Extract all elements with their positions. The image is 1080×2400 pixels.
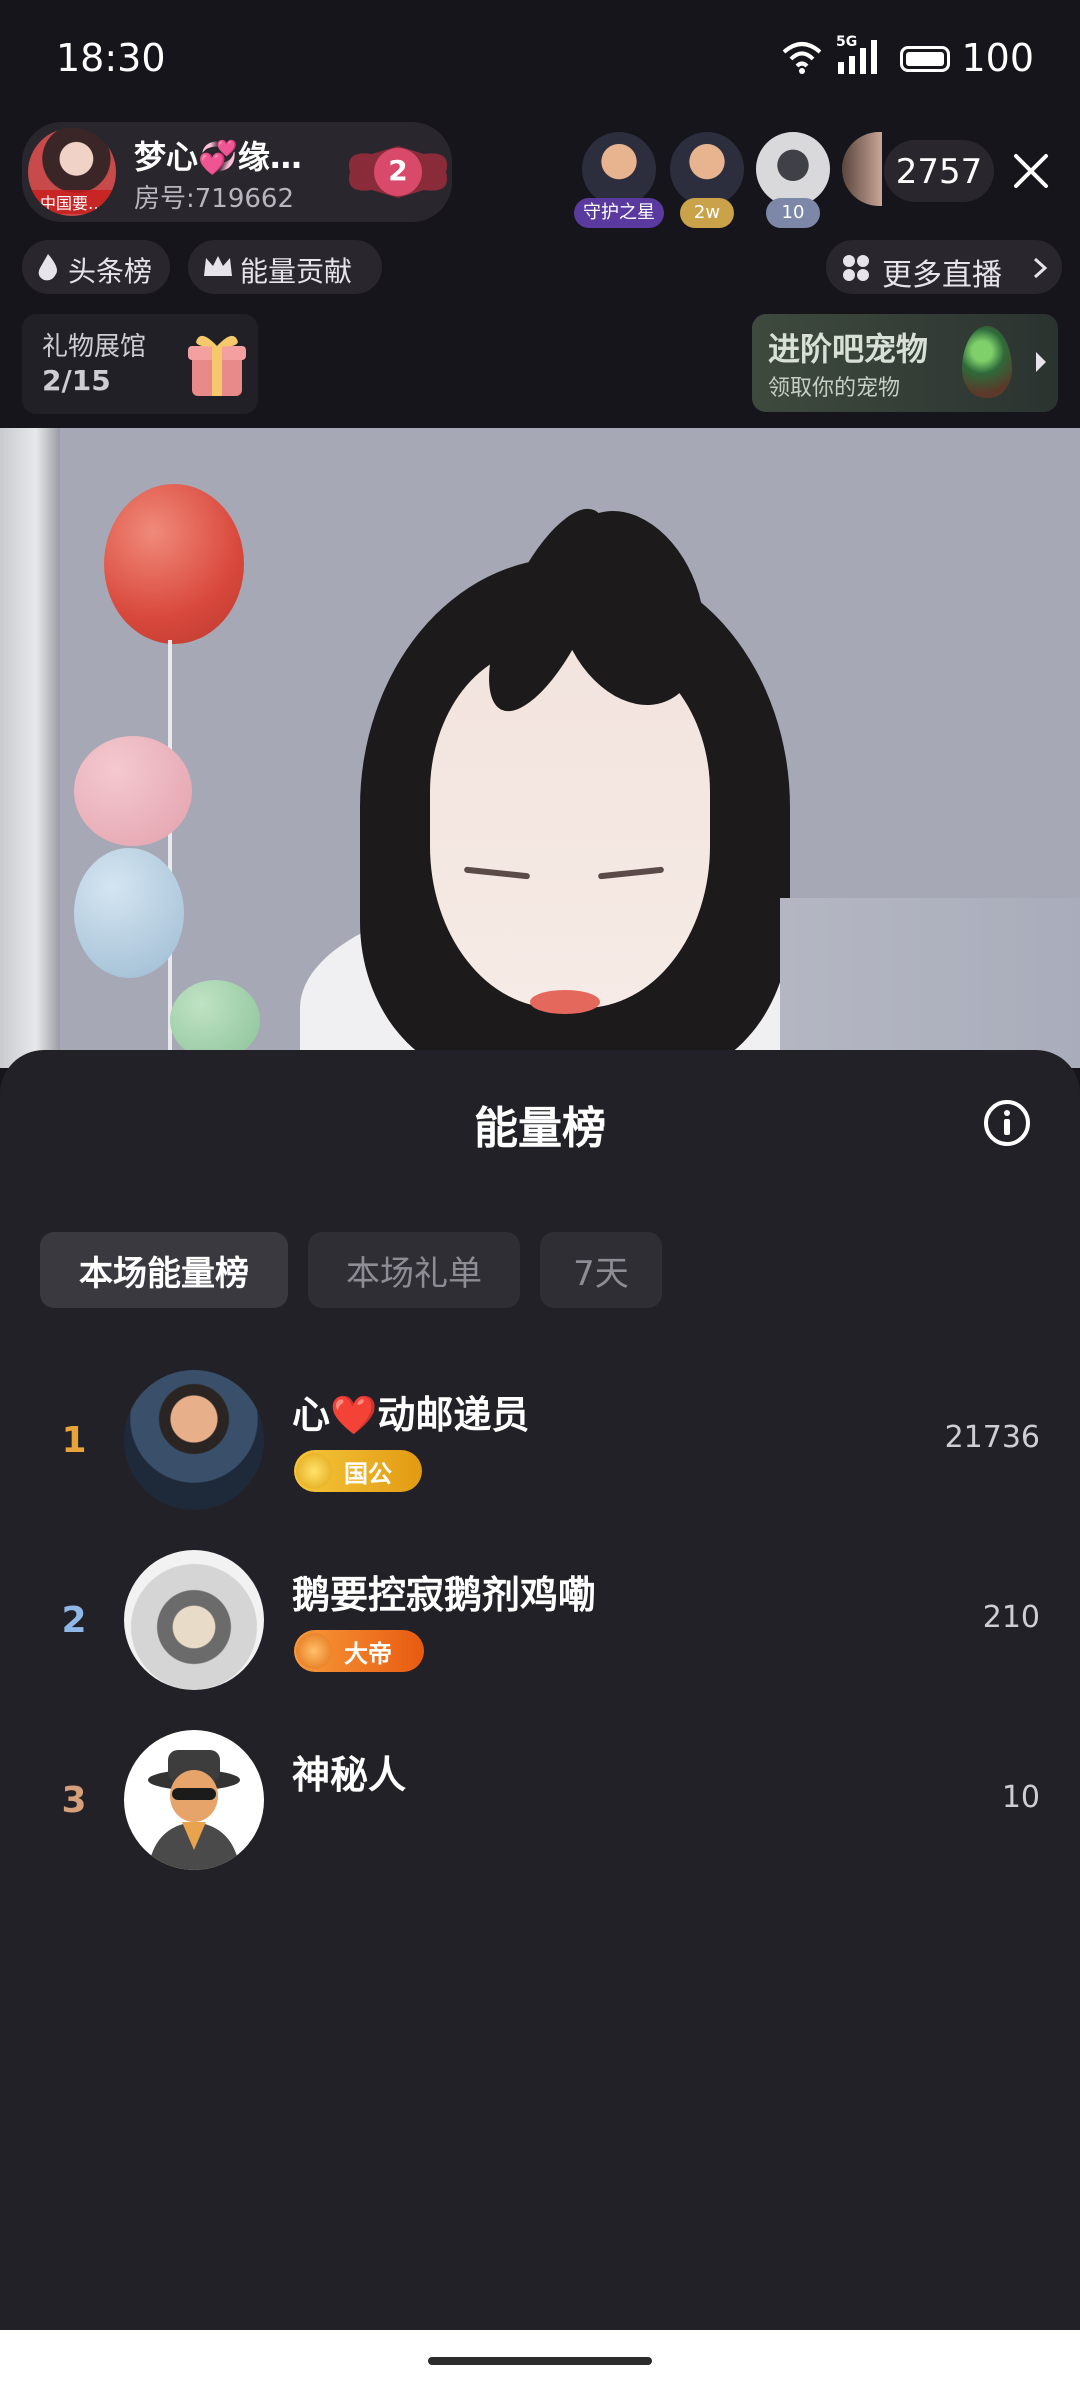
tab-session-gifts[interactable]: 本场礼单 bbox=[308, 1232, 520, 1308]
grid-icon bbox=[842, 254, 870, 286]
chevron-right-icon bbox=[1032, 256, 1048, 284]
pet-promo-title: 进阶吧宠物 bbox=[768, 330, 929, 368]
rank-row[interactable]: 2 鹅要控寂鹅剂鸡嘞 大帝 210 bbox=[0, 1530, 1080, 1710]
headline-rank-label: 头条榜 bbox=[68, 255, 153, 288]
mystery-man-icon bbox=[148, 1750, 240, 1870]
more-live-chip[interactable]: 更多直播 bbox=[826, 240, 1062, 294]
wifi-icon bbox=[782, 40, 822, 78]
energy-score: 210 bbox=[982, 1600, 1040, 1635]
tab-7-days[interactable]: 7天 bbox=[540, 1232, 662, 1308]
user-avatar[interactable] bbox=[124, 1370, 264, 1510]
tab-session-energy[interactable]: 本场能量榜 bbox=[40, 1232, 288, 1308]
lips bbox=[530, 990, 600, 1014]
rank-row[interactable]: 1 心❤️动邮递员 国公 21736 bbox=[0, 1350, 1080, 1530]
top-viewer-badge-2: 2w bbox=[680, 198, 734, 228]
info-icon[interactable] bbox=[982, 1098, 1032, 1152]
headline-rank-chip[interactable]: 头条榜 bbox=[22, 240, 170, 294]
rank-row[interactable]: 3 神秘人 10 bbox=[0, 1710, 1080, 1890]
live-video[interactable] bbox=[0, 428, 1080, 1068]
energy-contrib-label: 能量贡献 bbox=[240, 255, 353, 288]
wall-right bbox=[780, 898, 1080, 1068]
top-viewer-avatar-1[interactable] bbox=[582, 132, 656, 206]
streamer-info-pill[interactable]: 中国要… 梦心💞缘… 房号:719662 2 bbox=[22, 122, 452, 222]
noble-badge-label: 国公 bbox=[344, 1459, 392, 1488]
rank-number: 2 bbox=[61, 1600, 87, 1641]
noble-badge: 大帝 bbox=[294, 1630, 424, 1672]
top-viewer-avatar-4[interactable] bbox=[842, 132, 882, 206]
noble-badge: 国公 bbox=[294, 1450, 422, 1492]
fan-level-number: 2 bbox=[388, 154, 408, 187]
shield-icon bbox=[296, 1633, 332, 1669]
energy-contrib-chip[interactable]: 能量贡献 bbox=[188, 240, 382, 294]
system-nav-bar bbox=[0, 2330, 1080, 2400]
door-frame bbox=[0, 428, 60, 1068]
streamer-name: 梦心💞缘… bbox=[134, 138, 302, 176]
drop-icon bbox=[36, 252, 60, 286]
streamer-avatar-tag: 中国要… bbox=[28, 190, 116, 214]
pet-egg-icon bbox=[962, 326, 1012, 398]
viewer-count: 2757 bbox=[895, 152, 983, 192]
green-balloon bbox=[170, 980, 260, 1060]
pet-promo-subtitle: 领取你的宠物 bbox=[768, 376, 901, 401]
balloon-string bbox=[168, 640, 172, 1060]
more-live-label: 更多直播 bbox=[882, 258, 1002, 293]
battery-icon bbox=[900, 46, 950, 72]
status-bar: 18:30 5G 100 bbox=[0, 0, 1080, 118]
gift-hall-progress: 2/15 bbox=[42, 364, 111, 397]
battery-percent: 100 bbox=[961, 36, 1034, 80]
home-indicator[interactable] bbox=[428, 2357, 652, 2365]
rank-number: 1 bbox=[61, 1420, 87, 1461]
top-viewer-badge-1: 守护之星 bbox=[574, 198, 664, 228]
noble-badge-label: 大帝 bbox=[344, 1639, 392, 1668]
blue-balloon bbox=[74, 848, 184, 978]
coin-icon bbox=[296, 1453, 332, 1489]
live-room-header: 中国要… 梦心💞缘… 房号:719662 2 守护之星 2w 10 2757 头… bbox=[0, 118, 1080, 428]
user-name: 鹅要控寂鹅剂鸡嘞 bbox=[292, 1573, 597, 1617]
gift-hall-card[interactable]: 礼物展馆 2/15 bbox=[22, 314, 258, 414]
top-viewer-avatar-2[interactable] bbox=[670, 132, 744, 206]
user-name: 心❤️动邮递员 bbox=[292, 1393, 530, 1437]
close-icon[interactable] bbox=[1010, 150, 1052, 196]
mystery-user-avatar[interactable] bbox=[124, 1730, 264, 1870]
room-id: 房号:719662 bbox=[134, 184, 295, 214]
fan-level-badge[interactable]: 2 bbox=[342, 138, 454, 206]
top-viewer-badge-3: 10 bbox=[766, 198, 820, 228]
face bbox=[430, 648, 710, 1008]
cell-signal-icon: 5G bbox=[836, 34, 882, 80]
viewer-count-pill[interactable]: 2757 bbox=[884, 140, 994, 202]
gift-hall-label: 礼物展馆 bbox=[42, 332, 147, 362]
sheet-title: 能量榜 bbox=[474, 1103, 606, 1154]
rank-number: 3 bbox=[61, 1780, 87, 1821]
status-time: 18:30 bbox=[56, 36, 166, 80]
streamer-avatar[interactable]: 中国要… bbox=[28, 128, 116, 216]
user-avatar[interactable] bbox=[124, 1550, 264, 1690]
gift-box-icon bbox=[186, 328, 248, 402]
top-viewer-avatar-3[interactable] bbox=[756, 132, 830, 206]
network-type: 5G bbox=[836, 34, 858, 50]
energy-score: 21736 bbox=[944, 1420, 1040, 1455]
crown-icon bbox=[202, 254, 234, 284]
play-arrow-icon bbox=[1034, 350, 1048, 378]
pet-promo-banner[interactable]: 进阶吧宠物 领取你的宠物 bbox=[752, 314, 1058, 412]
red-balloon bbox=[104, 484, 244, 644]
user-name: 神秘人 bbox=[292, 1753, 407, 1797]
energy-score: 10 bbox=[1001, 1780, 1040, 1815]
pink-balloon bbox=[74, 736, 192, 846]
